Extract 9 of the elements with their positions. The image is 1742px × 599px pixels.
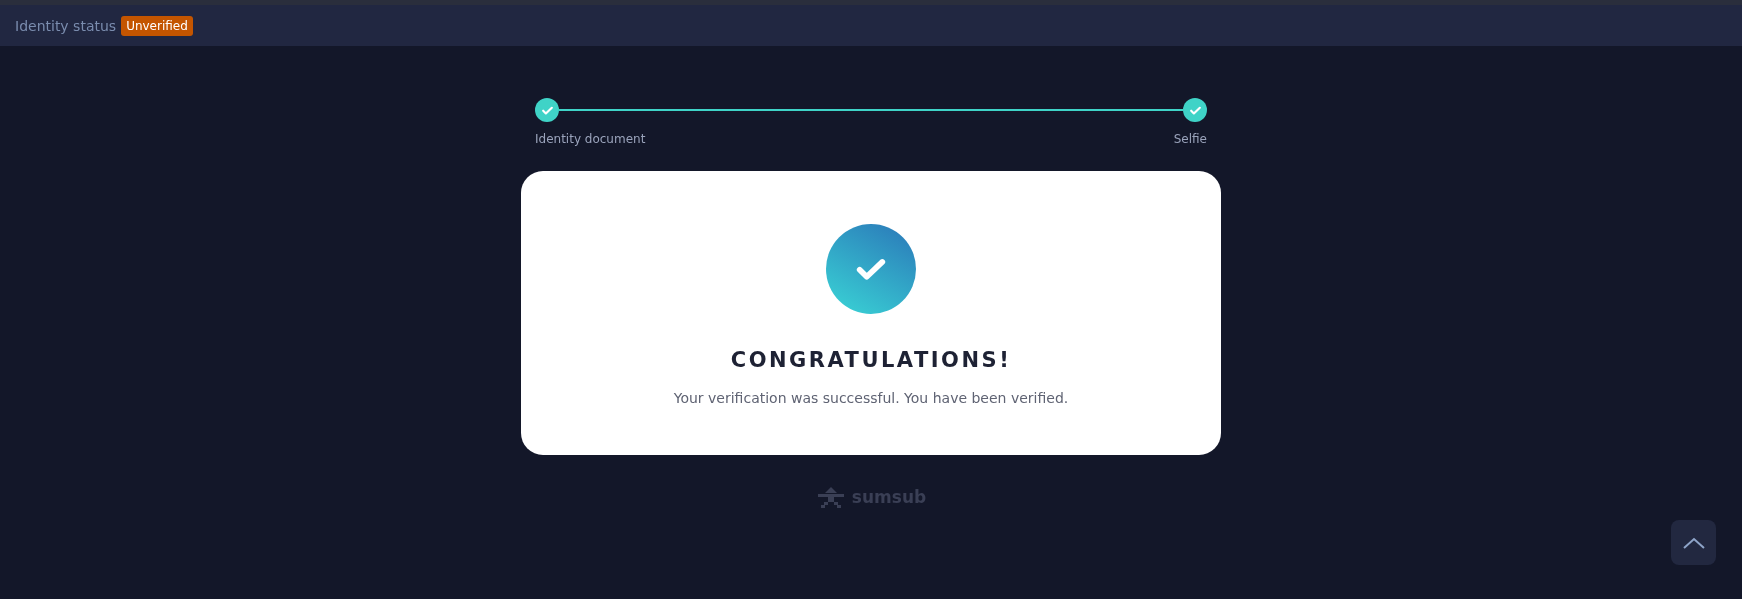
status-badge: Unverified [121, 15, 193, 36]
success-message: Your verification was successful. You have been verified. [673, 390, 1069, 406]
step-label: Selfie [1173, 132, 1207, 146]
chevron-up-icon [1682, 536, 1705, 549]
success-title: CONGRATULATIONS! [730, 348, 1012, 372]
identity-status-label: Identity status [15, 17, 117, 34]
step-label: Identity document [535, 132, 646, 146]
scroll-top-button[interactable] [1671, 520, 1716, 565]
logo-icon [815, 485, 846, 509]
